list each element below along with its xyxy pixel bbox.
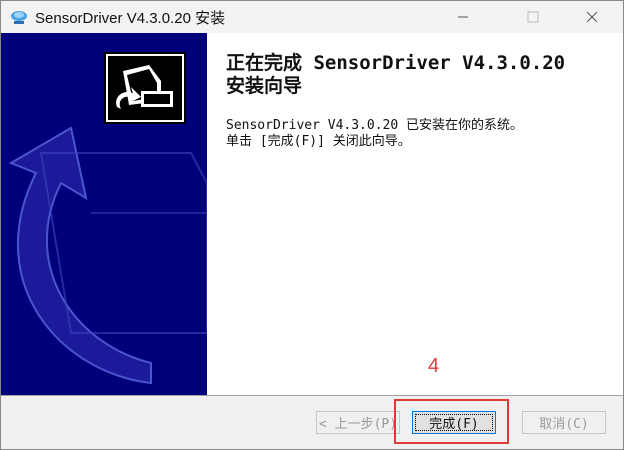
window-title: SensorDriver V4.3.0.20 安装 — [35, 10, 226, 27]
installer-banner-graphic — [1, 33, 207, 395]
maximize-button[interactable] — [510, 0, 556, 33]
wizard-banner — [1, 33, 207, 395]
minimize-icon — [458, 16, 468, 17]
cancel-button[interactable]: 取消(C) — [522, 411, 606, 434]
back-button[interactable]: < 上一步(P) — [316, 411, 400, 434]
installer-app-icon — [11, 11, 27, 24]
annotation-highlight-box — [394, 399, 509, 444]
close-button[interactable] — [569, 0, 615, 33]
close-icon — [586, 11, 598, 22]
maximize-icon — [527, 11, 539, 22]
title-bar[interactable]: SensorDriver V4.3.0.20 安装 — [0, 0, 624, 33]
minimize-button[interactable] — [440, 0, 486, 33]
annotation-step-number: 4 — [428, 355, 440, 377]
completion-message: SensorDriver V4.3.0.20 已安装在你的系统。 单击 [完成(… — [226, 118, 524, 149]
page-title: 正在完成 SensorDriver V4.3.0.20 安装向导 — [226, 52, 566, 97]
